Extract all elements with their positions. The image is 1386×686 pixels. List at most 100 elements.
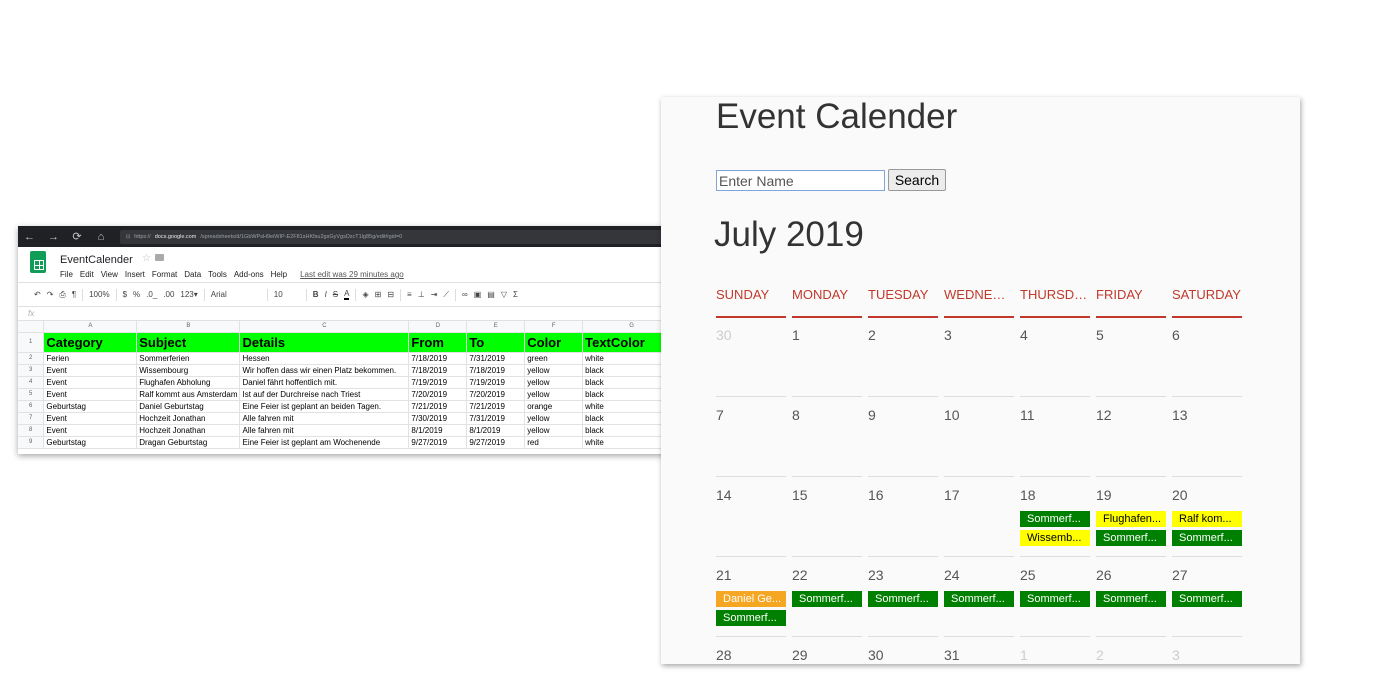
address-bar[interactable]: ⊡ https://docs.google.com/spreadsheets/d… [120, 229, 675, 244]
table-cell[interactable]: 9/27/2019 [466, 436, 526, 449]
merge-cells-icon[interactable]: ⊟ [387, 290, 394, 299]
row-header[interactable]: 1 [18, 332, 45, 353]
table-cell[interactable]: Hochzeit Jonathan [136, 424, 241, 437]
header-cell[interactable]: From [408, 332, 468, 353]
undo-icon[interactable]: ↶ [34, 290, 41, 299]
table-cell[interactable]: 7/21/2019 [408, 400, 468, 413]
table-cell[interactable]: Event [43, 364, 138, 377]
functions-button[interactable]: Σ [513, 290, 518, 299]
table-cell[interactable]: Alle fahren mit [239, 424, 410, 437]
row-header[interactable]: 3 [18, 364, 45, 377]
link-icon[interactable]: ∞ [462, 290, 468, 299]
day-cell[interactable]: 6 [1172, 317, 1242, 397]
table-cell[interactable]: Wir hoffen dass wir einen Platz bekommen… [239, 364, 410, 377]
table-cell[interactable]: 7/18/2019 [466, 364, 526, 377]
back-icon[interactable]: ← [24, 231, 35, 243]
day-cell[interactable]: 24 Sommerf... [944, 557, 1014, 637]
table-cell[interactable]: Eine Feier ist geplant an beiden Tagen. [239, 400, 410, 413]
header-cell[interactable]: Category [43, 332, 138, 353]
table-cell[interactable]: Geburtstag [43, 436, 138, 449]
event-chip[interactable]: Sommerf... [944, 591, 1014, 607]
event-chip[interactable]: Wissemb... [1020, 530, 1090, 546]
table-cell[interactable]: Event [43, 388, 138, 401]
bold-button[interactable]: B [313, 290, 319, 299]
day-cell[interactable]: 18 Sommerf... Wissemb... [1020, 477, 1090, 557]
forward-icon[interactable]: → [48, 231, 59, 243]
event-chip[interactable]: Flughafen... [1096, 511, 1166, 527]
column-header[interactable]: D [408, 321, 468, 333]
table-cell[interactable]: Daniel Geburtstag [136, 400, 241, 413]
table-cell[interactable]: 7/19/2019 [466, 376, 526, 389]
day-cell[interactable]: 13 [1172, 397, 1242, 477]
text-color-button[interactable]: A [344, 289, 350, 300]
font-size-select[interactable]: 10 [274, 290, 300, 299]
header-cell[interactable]: To [466, 332, 526, 353]
event-chip[interactable]: Sommerf... [792, 591, 862, 607]
table-cell[interactable]: Hessen [239, 352, 410, 365]
table-cell[interactable]: 8/1/2019 [466, 424, 526, 437]
day-cell[interactable]: 27 Sommerf... [1172, 557, 1242, 637]
day-cell[interactable]: 9 [868, 397, 938, 477]
row-header[interactable]: 6 [18, 400, 45, 413]
event-chip[interactable]: Daniel Ge... [716, 591, 786, 607]
event-chip[interactable]: Sommerf... [868, 591, 938, 607]
menu-format[interactable]: Format [152, 270, 177, 279]
day-cell[interactable]: 12 [1096, 397, 1166, 477]
table-cell[interactable]: Event [43, 412, 138, 425]
event-chip[interactable]: Sommerf... [1172, 530, 1242, 546]
menu-insert[interactable]: Insert [125, 270, 145, 279]
event-chip[interactable]: Sommerf... [1096, 530, 1166, 546]
row-header[interactable]: 9 [18, 436, 45, 449]
day-cell[interactable]: 1 [792, 317, 862, 397]
day-cell[interactable]: 11 [1020, 397, 1090, 477]
day-cell[interactable]: 1 [1020, 637, 1090, 664]
row-header[interactable]: 2 [18, 352, 45, 365]
text-wrap-icon[interactable]: ⇥ [431, 290, 438, 299]
event-chip[interactable]: Ralf kom... [1172, 511, 1242, 527]
day-cell[interactable]: 30 [716, 317, 786, 397]
header-cell[interactable]: Color [524, 332, 584, 353]
day-cell[interactable]: 16 [868, 477, 938, 557]
table-cell[interactable]: green [524, 352, 584, 365]
select-all-corner[interactable] [18, 321, 45, 333]
last-edit-link[interactable]: Last edit was 29 minutes ago [300, 270, 404, 279]
day-cell[interactable]: 3 [944, 317, 1014, 397]
day-cell[interactable]: 31 [944, 637, 1014, 664]
day-cell[interactable]: 8 [792, 397, 862, 477]
redo-icon[interactable]: ↷ [47, 290, 54, 299]
column-header[interactable]: F [524, 321, 584, 333]
table-cell[interactable]: 7/18/2019 [408, 352, 468, 365]
doc-title[interactable]: EventCalender [60, 254, 133, 266]
table-cell[interactable]: Sommerferien [136, 352, 241, 365]
folder-icon[interactable] [154, 254, 164, 261]
table-cell[interactable]: Event [43, 424, 138, 437]
table-cell[interactable]: yellow [524, 424, 584, 437]
day-cell[interactable]: 2 [1096, 637, 1166, 664]
day-cell[interactable]: 23 Sommerf... [868, 557, 938, 637]
table-cell[interactable]: Ist auf der Durchreise nach Triest [239, 388, 410, 401]
table-cell[interactable]: Alle fahren mit [239, 412, 410, 425]
table-cell[interactable]: 7/19/2019 [408, 376, 468, 389]
day-cell[interactable]: 30 [868, 637, 938, 664]
search-input[interactable] [716, 170, 885, 191]
table-cell[interactable]: orange [524, 400, 584, 413]
menu-edit[interactable]: Edit [80, 270, 94, 279]
chart-icon[interactable]: ▤ [487, 290, 495, 299]
column-header[interactable]: C [239, 321, 410, 333]
day-cell[interactable]: 25 Sommerf... [1020, 557, 1090, 637]
table-cell[interactable]: yellow [524, 376, 584, 389]
menu-file[interactable]: File [60, 270, 73, 279]
table-cell[interactable]: 7/30/2019 [408, 412, 468, 425]
menu-tools[interactable]: Tools [208, 270, 227, 279]
header-cell[interactable]: Details [239, 332, 410, 353]
italic-button[interactable]: I [325, 290, 327, 299]
event-chip[interactable]: Sommerf... [1172, 591, 1242, 607]
table-cell[interactable]: 7/21/2019 [466, 400, 526, 413]
table-cell[interactable]: 9/27/2019 [408, 436, 468, 449]
align-horizontal-icon[interactable]: ≡ [407, 290, 412, 299]
sheets-logo-icon[interactable] [30, 251, 46, 273]
event-chip[interactable]: Sommerf... [1096, 591, 1166, 607]
filter-icon[interactable]: ▽ [501, 290, 507, 299]
day-cell[interactable]: 15 [792, 477, 862, 557]
day-cell[interactable]: 2 [868, 317, 938, 397]
